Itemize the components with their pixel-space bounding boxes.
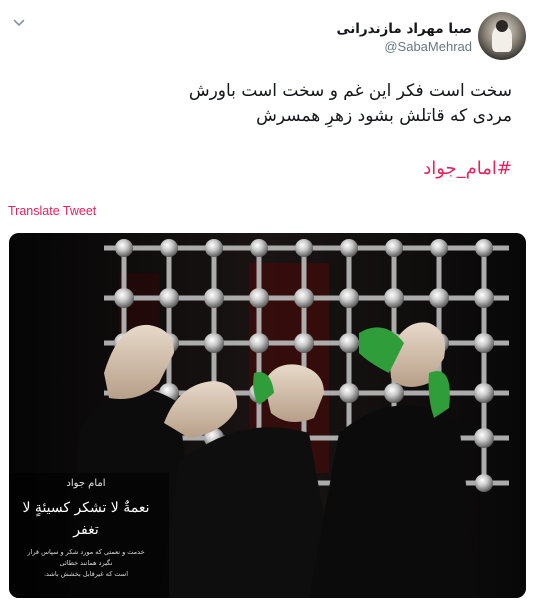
avatar[interactable] [478,12,526,60]
image-caption: امام جواد نعمةٌ لا تشكر كسيئةٍ لا تغفر خ… [21,477,151,580]
user-handle[interactable]: @SabaMehrad [337,38,472,56]
caption-body-1: خدمت و نعمتی که مورد شکر و سپاس قرار نگی… [27,548,145,567]
tweet-header: صبا مهراد مازندرانی @SabaMehrad [0,0,534,70]
translate-tweet-link[interactable]: Translate Tweet [8,204,96,218]
tweet-card: صبا مهراد مازندرانی @SabaMehrad سخت است … [0,0,534,602]
tweet-line-1: سخت است فکر این غم و سخت است باورش [188,81,512,101]
author-names[interactable]: صبا مهراد مازندرانی @SabaMehrad [337,20,472,56]
display-name[interactable]: صبا مهراد مازندرانی [337,20,472,38]
caption-big: نعمةٌ لا تشكر كسيئةٍ لا تغفر [22,500,150,538]
tweet-image[interactable]: امام جواد نعمةٌ لا تشكر كسيئةٍ لا تغفر خ… [9,233,526,598]
hashtag-link[interactable]: #امام_جواد [423,158,512,179]
caption-body-2: است که غیرقابل بخشش باشد. [43,570,129,578]
tweet-text: سخت است فکر این غم و سخت است باورش مردی … [22,79,512,129]
caption-small: امام جواد [66,478,106,489]
chevron-down-icon[interactable] [12,16,26,30]
tweet-line-2: مردی که قاتلش بشود زهرِ همسرش [256,106,512,126]
avatar-head [496,20,508,32]
